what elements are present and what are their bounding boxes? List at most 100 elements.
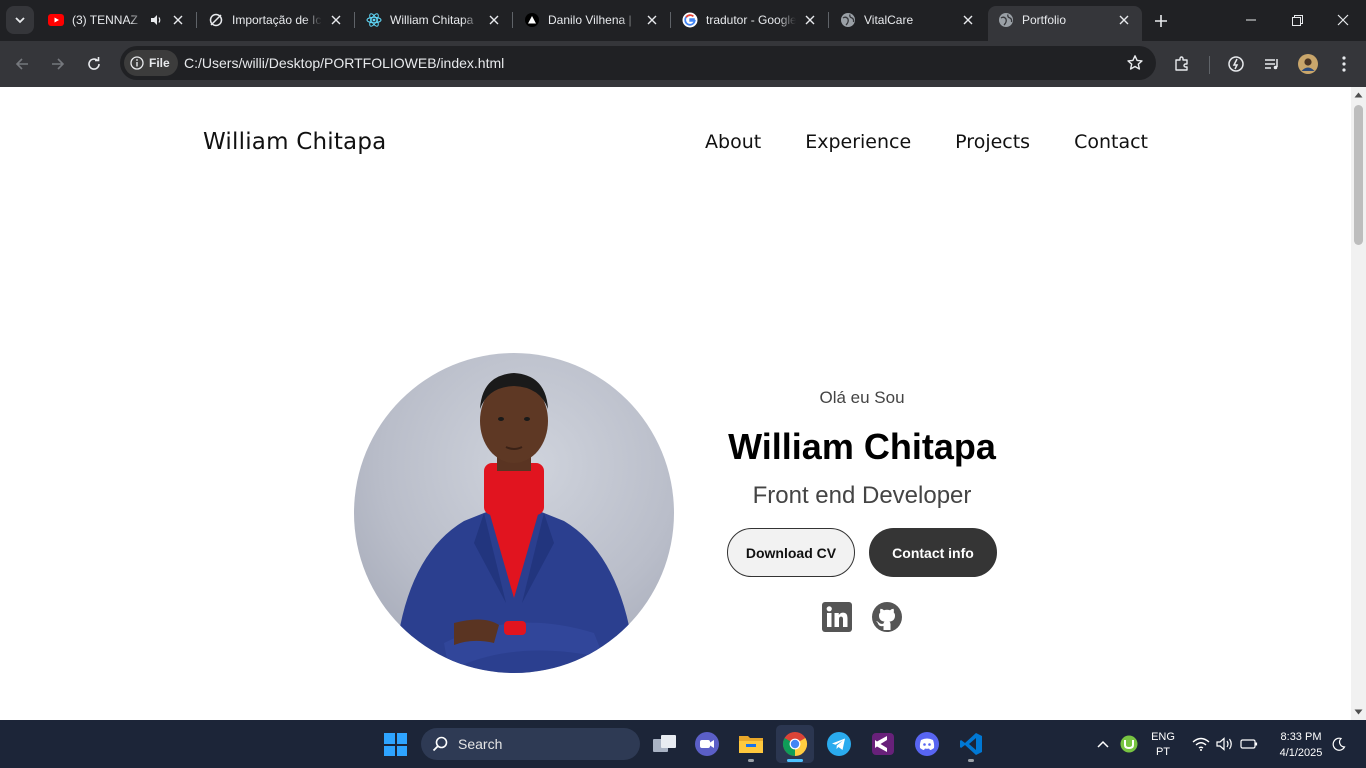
meet-icon (695, 732, 719, 756)
speaker-icon[interactable] (148, 12, 164, 28)
volume-tray[interactable] (1216, 720, 1234, 768)
close-window-button[interactable] (1320, 0, 1366, 40)
site-info-chip[interactable]: File (124, 50, 178, 76)
performance-button[interactable] (1222, 50, 1250, 78)
tab-title: Portfolio (1022, 13, 1067, 27)
notifications-button[interactable] (1332, 720, 1346, 768)
tab-william-chitapa[interactable]: William Chitapa (356, 6, 512, 34)
running-indicator (748, 759, 754, 762)
close-icon[interactable] (170, 12, 186, 28)
restore-button[interactable] (1274, 0, 1320, 40)
windows-taskbar: Search ENG PT 8:33 PM 4/1/2025 (0, 720, 1366, 768)
chevron-up-icon (1097, 740, 1109, 748)
vercel-icon (524, 12, 540, 28)
scroll-down-arrow[interactable] (1354, 708, 1363, 716)
globe-icon (998, 12, 1014, 28)
meet-app[interactable] (688, 725, 726, 763)
page-viewport: William Chitapa About Experience Project… (0, 87, 1351, 720)
toolbar-divider (1209, 56, 1210, 74)
file-explorer-icon (739, 736, 763, 753)
close-icon[interactable] (644, 12, 660, 28)
tab-importacao[interactable]: Importação de Ic (198, 6, 354, 34)
input-language-indicator[interactable]: ENG PT (1151, 730, 1175, 760)
back-button[interactable] (8, 50, 36, 78)
close-icon[interactable] (1116, 12, 1132, 28)
github-icon[interactable] (870, 600, 904, 634)
tab-search-button[interactable] (6, 6, 34, 34)
utorrent-tray[interactable] (1120, 720, 1138, 768)
restore-icon (1291, 14, 1303, 26)
clock-time: 8:33 PM (1280, 731, 1322, 743)
telegram-app[interactable] (820, 725, 858, 763)
language-code: ENG (1151, 731, 1175, 743)
media-controls-button[interactable] (1258, 50, 1286, 78)
leaf-icon (208, 12, 224, 28)
site-logo[interactable]: William Chitapa (203, 129, 386, 155)
utorrent-icon (1120, 735, 1138, 753)
speaker-icon (1216, 737, 1232, 751)
bookmark-star-icon[interactable] (1126, 54, 1144, 72)
battery-tray[interactable] (1240, 720, 1258, 768)
tab-youtube[interactable]: (3) TENNAZ (38, 6, 196, 34)
file-explorer-app[interactable] (732, 725, 770, 763)
nav-link-projects[interactable]: Projects (955, 131, 1030, 153)
profile-button[interactable] (1294, 50, 1322, 78)
tab-divider (512, 12, 513, 28)
arrow-right-icon (52, 58, 65, 70)
menu-button[interactable] (1330, 50, 1358, 78)
close-icon[interactable] (802, 12, 818, 28)
visual-studio-icon (872, 733, 894, 755)
extensions-button[interactable] (1168, 50, 1196, 78)
wifi-tray[interactable] (1192, 720, 1210, 768)
social-links (700, 600, 1024, 634)
chrome-app[interactable] (776, 725, 814, 763)
start-button[interactable] (384, 733, 407, 756)
visual-studio-app[interactable] (864, 725, 902, 763)
taskbar-search[interactable]: Search (421, 728, 640, 760)
youtube-icon (48, 12, 64, 28)
task-view-button[interactable] (646, 725, 684, 763)
tab-title: (3) TENNAZ (72, 13, 138, 27)
minimize-icon (1246, 19, 1256, 21)
nav-link-about[interactable]: About (705, 131, 761, 153)
wifi-icon (1192, 737, 1210, 751)
hero-name: William Chitapa (728, 426, 996, 467)
linkedin-icon[interactable] (820, 600, 854, 634)
nav-link-experience[interactable]: Experience (805, 131, 911, 153)
show-hidden-icons-button[interactable] (1096, 720, 1110, 768)
plus-icon (1155, 15, 1167, 27)
reload-button[interactable] (80, 50, 108, 78)
tab-tradutor[interactable]: tradutor - Google (672, 6, 828, 34)
url-text[interactable]: C:/Users/willi/Desktop/PORTFOLIOWEB/inde… (184, 55, 504, 71)
scroll-up-arrow[interactable] (1354, 91, 1363, 99)
nav-link-contact[interactable]: Contact (1074, 131, 1148, 153)
tab-portfolio[interactable]: Portfolio (988, 6, 1142, 41)
address-bar[interactable]: File C:/Users/willi/Desktop/PORTFOLIOWEB… (120, 46, 1156, 80)
running-indicator (968, 759, 974, 762)
close-icon[interactable] (328, 12, 344, 28)
hero-role: Front end Developer (752, 482, 972, 509)
tab-title: Importação de Ic (232, 13, 322, 27)
close-icon[interactable] (960, 12, 976, 28)
tab-vitalcare[interactable]: VitalCare (830, 6, 986, 34)
contact-info-button[interactable]: Contact info (869, 528, 997, 577)
new-tab-button[interactable] (1150, 10, 1172, 32)
avatar (1298, 54, 1318, 74)
page-scrollbar[interactable] (1351, 87, 1366, 720)
discord-app[interactable] (908, 725, 946, 763)
tab-danilo-vilhena[interactable]: Danilo Vilhena | (514, 6, 670, 34)
close-icon (1337, 14, 1349, 26)
vscode-icon (960, 733, 982, 755)
clock-date: 4/1/2025 (1279, 747, 1323, 759)
profile-picture (354, 353, 674, 673)
chevron-down-icon (15, 17, 25, 24)
tab-divider (670, 12, 671, 28)
forward-button[interactable] (44, 50, 72, 78)
minimize-button[interactable] (1228, 0, 1274, 40)
scroll-thumb[interactable] (1354, 105, 1363, 245)
info-icon (130, 56, 144, 70)
close-icon[interactable] (486, 12, 502, 28)
vscode-app[interactable] (952, 725, 990, 763)
system-clock[interactable]: 8:33 PM 4/1/2025 (1270, 729, 1332, 761)
download-cv-button[interactable]: Download CV (727, 528, 855, 577)
